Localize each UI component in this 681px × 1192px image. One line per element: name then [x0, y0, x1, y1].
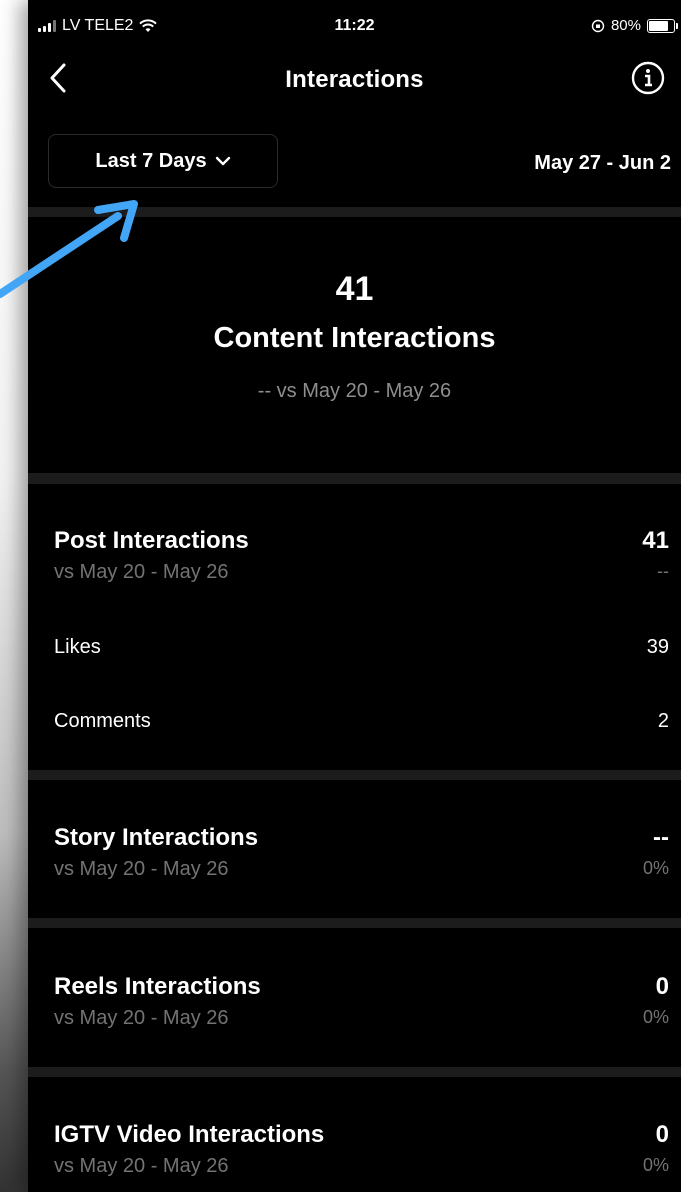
row-delta: -- [657, 561, 669, 581]
row-title: Reels Interactions [54, 973, 261, 1000]
likes-label: Likes [54, 636, 101, 658]
row-value: 41 [642, 527, 669, 554]
likes-row: Likes 39 [54, 636, 669, 659]
row-value: 0 [655, 1121, 669, 1148]
igtv-interactions-row[interactable]: IGTV Video Interactions vs May 20 - May … [54, 1121, 669, 1178]
divider [28, 770, 681, 780]
comments-row: Comments 2 [54, 710, 669, 733]
info-icon [631, 61, 665, 95]
date-range-dropdown[interactable]: Last 7 Days [48, 134, 278, 188]
row-title: Story Interactions [54, 824, 259, 851]
date-range-text: May 27 - Jun 2 [534, 152, 671, 174]
divider [28, 1067, 681, 1077]
battery-percent: 80% [610, 17, 641, 34]
orientation-lock-icon [591, 19, 605, 32]
status-bar: LV TELE2 11:22 80% [28, 0, 681, 40]
divider [28, 473, 681, 484]
likes-value: 39 [646, 636, 669, 658]
chevron-down-icon [215, 156, 230, 166]
comments-label: Comments [54, 710, 151, 732]
summary-label: Content Interactions [213, 322, 496, 354]
row-title: Post Interactions [54, 527, 249, 554]
comments-value: 2 [657, 710, 669, 732]
summary-compare: -- vs May 20 - May 26 [257, 380, 452, 402]
row-value: 0 [655, 973, 669, 1000]
row-title: IGTV Video Interactions [54, 1121, 325, 1148]
row-subtitle: vs May 20 - May 26 [54, 1155, 229, 1177]
row-subtitle: vs May 20 - May 26 [54, 1007, 229, 1029]
row-value: -- [653, 824, 669, 851]
story-interactions-row[interactable]: Story Interactions vs May 20 - May 26 --… [54, 824, 669, 881]
battery-icon [647, 18, 678, 33]
nav-bar: Interactions [28, 48, 681, 108]
post-interactions-row[interactable]: Post Interactions vs May 20 - May 26 41 … [54, 527, 669, 584]
row-subtitle: vs May 20 - May 26 [54, 858, 229, 880]
range-label: Last 7 Days [95, 149, 207, 172]
screenshot-stage: LV TELE2 11:22 80% Interactions Last 7 D… [0, 0, 681, 1192]
divider [28, 918, 681, 928]
row-delta: 0% [642, 1155, 669, 1175]
info-button[interactable] [631, 61, 665, 95]
reels-interactions-row[interactable]: Reels Interactions vs May 20 - May 26 0 … [54, 973, 669, 1030]
row-delta: 0% [642, 1007, 669, 1027]
filter-row: Last 7 Days May 27 - Jun 2 [28, 132, 681, 192]
status-time: 11:22 [334, 17, 375, 34]
phone-screen: LV TELE2 11:22 80% Interactions Last 7 D… [28, 0, 681, 1192]
row-subtitle: vs May 20 - May 26 [54, 561, 229, 583]
status-right: 80% [591, 17, 678, 34]
annotation-arrow-icon [0, 200, 138, 298]
row-delta: 0% [642, 858, 669, 878]
page-title: Interactions [285, 66, 424, 93]
